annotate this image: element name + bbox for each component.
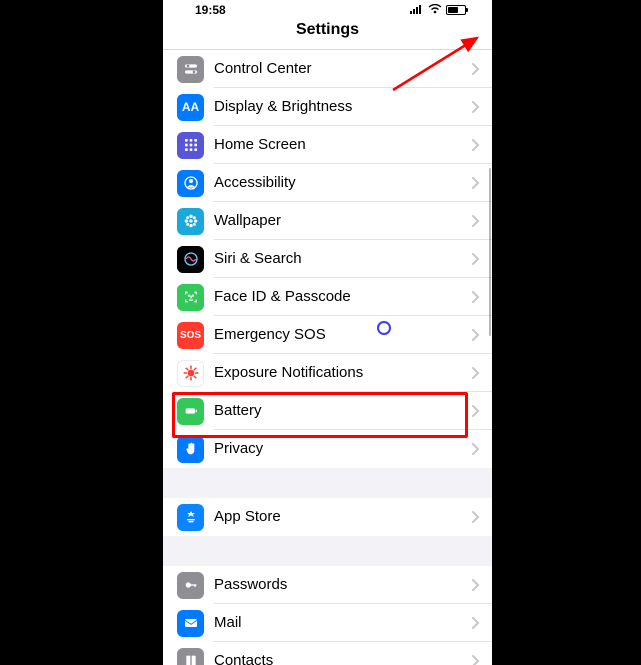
privacy-icon bbox=[177, 436, 204, 463]
passwords-icon bbox=[177, 572, 204, 599]
row-display-brightness[interactable]: AA Display & Brightness bbox=[163, 88, 492, 126]
row-label: Home Screen bbox=[214, 126, 472, 164]
control-center-icon bbox=[177, 56, 204, 83]
row-wallpaper[interactable]: Wallpaper bbox=[163, 202, 492, 240]
row-face-id-passcode[interactable]: Face ID & Passcode bbox=[163, 278, 492, 316]
row-label: Face ID & Passcode bbox=[214, 278, 472, 316]
face-id-passcode-icon bbox=[177, 284, 204, 311]
row-label: Privacy bbox=[214, 430, 472, 468]
row-label: Control Center bbox=[214, 50, 472, 88]
chevron-right-icon bbox=[472, 579, 492, 591]
siri-search-icon bbox=[177, 246, 204, 273]
phone-frame: 19:58 Settings Control Center AA Display &… bbox=[163, 0, 492, 665]
chevron-right-icon bbox=[472, 405, 492, 417]
chevron-right-icon bbox=[472, 139, 492, 151]
row-label: Emergency SOS bbox=[214, 316, 472, 354]
chevron-right-icon bbox=[472, 101, 492, 113]
mail-icon bbox=[177, 610, 204, 637]
row-label: Passwords bbox=[214, 566, 472, 604]
status-indicators bbox=[410, 4, 466, 17]
row-label: App Store bbox=[214, 498, 472, 536]
row-privacy[interactable]: Privacy bbox=[163, 430, 492, 468]
status-bar: 19:58 bbox=[163, 0, 492, 20]
chevron-right-icon bbox=[472, 511, 492, 523]
row-label: Accessibility bbox=[214, 164, 472, 202]
row-contacts[interactable]: Contacts bbox=[163, 642, 492, 665]
settings-group: App Store bbox=[163, 498, 492, 536]
accessibility-icon bbox=[177, 170, 204, 197]
row-passwords[interactable]: Passwords bbox=[163, 566, 492, 604]
home-screen-icon bbox=[177, 132, 204, 159]
scrollbar[interactable] bbox=[489, 168, 491, 336]
app-store-icon bbox=[177, 504, 204, 531]
wifi-icon bbox=[428, 4, 442, 17]
row-app-store[interactable]: App Store bbox=[163, 498, 492, 536]
chevron-right-icon bbox=[472, 655, 492, 665]
row-label: Siri & Search bbox=[214, 240, 472, 278]
row-label: Contacts bbox=[214, 642, 472, 665]
chevron-right-icon bbox=[472, 63, 492, 75]
row-label: Battery bbox=[214, 392, 472, 430]
contacts-icon bbox=[177, 648, 204, 665]
battery-icon bbox=[446, 5, 466, 15]
group-separator bbox=[163, 536, 492, 566]
emergency-sos-icon: SOS bbox=[177, 322, 204, 349]
row-accessibility[interactable]: Accessibility bbox=[163, 164, 492, 202]
row-label: Mail bbox=[214, 604, 472, 642]
row-exposure-notifications[interactable]: Exposure Notifications bbox=[163, 354, 492, 392]
settings-group: PasswordsMailContacts bbox=[163, 566, 492, 665]
wallpaper-icon bbox=[177, 208, 204, 235]
row-label: Exposure Notifications bbox=[214, 354, 472, 392]
chevron-right-icon bbox=[472, 367, 492, 379]
settings-list[interactable]: Control Center AA Display & BrightnessHome… bbox=[163, 50, 492, 665]
page-title: Settings bbox=[163, 20, 492, 50]
chevron-right-icon bbox=[472, 617, 492, 629]
row-siri-search[interactable]: Siri & Search bbox=[163, 240, 492, 278]
chevron-right-icon bbox=[472, 443, 492, 455]
row-label: Wallpaper bbox=[214, 202, 472, 240]
exposure-notifications-icon bbox=[177, 360, 204, 387]
battery-icon bbox=[177, 398, 204, 425]
row-home-screen[interactable]: Home Screen bbox=[163, 126, 492, 164]
display-brightness-icon: AA bbox=[177, 94, 204, 121]
row-emergency-sos[interactable]: SOS Emergency SOS bbox=[163, 316, 492, 354]
settings-group: Control Center AA Display & BrightnessHome… bbox=[163, 50, 492, 468]
group-separator bbox=[163, 468, 492, 498]
row-battery[interactable]: Battery bbox=[163, 392, 492, 430]
row-label: Display & Brightness bbox=[214, 88, 472, 126]
status-time: 19:58 bbox=[195, 3, 226, 17]
row-mail[interactable]: Mail bbox=[163, 604, 492, 642]
cellular-icon bbox=[410, 4, 424, 17]
row-control-center[interactable]: Control Center bbox=[163, 50, 492, 88]
